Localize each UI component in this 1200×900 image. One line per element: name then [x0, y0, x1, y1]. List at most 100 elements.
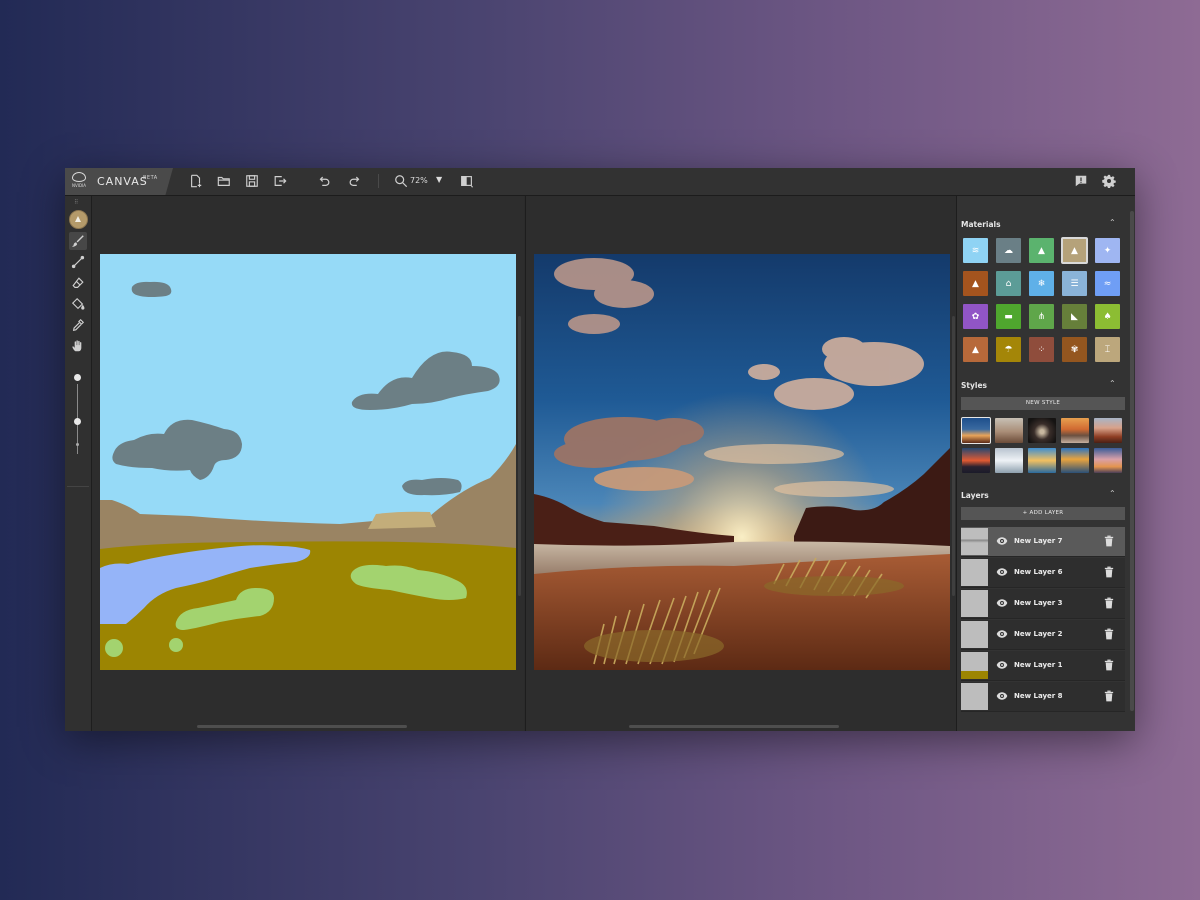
visibility-eye-icon[interactable] — [996, 598, 1008, 608]
material-sand-mountain[interactable]: ▲ — [1061, 237, 1088, 264]
trash-icon[interactable] — [1104, 628, 1114, 640]
snow-icon: ❄ — [1037, 278, 1046, 289]
style-thumb-2[interactable] — [995, 418, 1023, 443]
trash-icon[interactable] — [1104, 566, 1114, 578]
new-style-button[interactable]: NEW STYLE — [961, 397, 1125, 410]
line-tool-icon[interactable] — [69, 253, 87, 271]
material-hill[interactable]: ◣ — [1062, 304, 1087, 329]
style-thumb-10[interactable] — [1094, 448, 1122, 473]
visibility-eye-icon[interactable] — [996, 567, 1008, 577]
fog-icon: ☰ — [1070, 278, 1079, 289]
layer-row[interactable]: New Layer 2 — [961, 620, 1125, 650]
layer-row[interactable]: New Layer 8 — [961, 682, 1125, 712]
flower-icon: ✿ — [971, 311, 980, 322]
segmentation-paint-pane — [92, 196, 524, 731]
material-mountain[interactable]: ▲ — [1029, 238, 1054, 263]
redo-icon[interactable] — [348, 174, 362, 188]
save-icon[interactable] — [245, 174, 259, 188]
styles-collapse-icon[interactable]: ⌃ — [1109, 379, 1116, 388]
brush-tool-icon[interactable] — [69, 232, 87, 250]
material-dirt[interactable]: ▲ — [963, 337, 988, 362]
eyedropper-tool-icon[interactable] — [69, 316, 87, 334]
material-light[interactable]: ✦ — [1095, 238, 1120, 263]
right-pane-vertical-scrollbar[interactable] — [952, 316, 955, 596]
trash-icon[interactable] — [1104, 597, 1114, 609]
style-thumb-7[interactable] — [995, 448, 1023, 473]
style-thumb-6[interactable] — [962, 448, 990, 473]
zoom-level[interactable]: 72% — [410, 176, 428, 185]
style-thumb-4[interactable] — [1061, 418, 1089, 443]
layer-row[interactable]: New Layer 3 — [961, 589, 1125, 619]
current-material-swatch[interactable] — [69, 210, 88, 229]
rock-icon: ▲ — [972, 278, 979, 289]
nvidia-logo-icon: NVIDIA — [69, 172, 89, 191]
feedback-icon[interactable] — [1074, 174, 1088, 188]
layer-thumbnail — [961, 528, 988, 555]
canvas-app-window: NVIDIA CANVAS BETA 72% ▼ ⠿ Materials ⌃ ≋… — [65, 168, 1135, 731]
layer-name: New Layer 8 — [1014, 692, 1063, 700]
fill-bucket-tool-icon[interactable] — [69, 295, 87, 313]
material-tree[interactable]: ♠ — [1095, 304, 1120, 329]
material-rock[interactable]: ▲ — [963, 271, 988, 296]
logo-text: NVIDIA — [72, 183, 86, 188]
materials-collapse-icon[interactable]: ⌃ — [1109, 218, 1116, 227]
material-flower[interactable]: ✿ — [963, 304, 988, 329]
material-grass[interactable]: ▬ — [996, 304, 1021, 329]
segmentation-canvas[interactable] — [100, 254, 516, 670]
layer-name: New Layer 3 — [1014, 599, 1063, 607]
style-thumb-8[interactable] — [1028, 448, 1056, 473]
style-thumb-9[interactable] — [1061, 448, 1089, 473]
layer-name: New Layer 2 — [1014, 630, 1063, 638]
open-folder-icon[interactable] — [217, 174, 231, 188]
zoom-icon[interactable] — [394, 174, 408, 188]
compare-view-icon[interactable] — [460, 174, 474, 188]
layer-row[interactable]: New Layer 1 — [961, 651, 1125, 681]
left-pane-horizontal-scrollbar[interactable] — [197, 725, 407, 728]
left-pane-vertical-scrollbar[interactable] — [518, 316, 521, 596]
eraser-tool-icon[interactable] — [69, 274, 87, 292]
material-bush[interactable]: ✾ — [1062, 337, 1087, 362]
material-field[interactable]: ☂ — [996, 337, 1021, 362]
style-thumb-3[interactable] — [1028, 418, 1056, 443]
generated-image-pane — [525, 196, 958, 731]
visibility-eye-icon[interactable] — [996, 660, 1008, 670]
undo-icon[interactable] — [317, 174, 331, 188]
trash-icon[interactable] — [1104, 690, 1114, 702]
zoom-dropdown-caret[interactable]: ▼ — [436, 175, 442, 184]
export-icon[interactable] — [273, 174, 287, 188]
material-gravel[interactable]: ⁘ — [1029, 337, 1054, 362]
material-building[interactable]: ⌂ — [996, 271, 1021, 296]
layers-collapse-icon[interactable]: ⌃ — [1109, 489, 1116, 498]
layer-name: New Layer 6 — [1014, 568, 1063, 576]
new-file-icon[interactable] — [189, 174, 203, 188]
light-icon: ✦ — [1103, 245, 1112, 256]
hand-pan-tool-icon[interactable] — [69, 337, 87, 355]
visibility-eye-icon[interactable] — [996, 691, 1008, 701]
add-layer-button[interactable]: + ADD LAYER — [961, 507, 1125, 520]
material-sky[interactable]: ≋ — [963, 238, 988, 263]
gear-icon[interactable] — [1102, 174, 1116, 188]
material-fog[interactable]: ☰ — [1062, 271, 1087, 296]
style-thumb-1[interactable] — [961, 417, 991, 444]
sky-icon: ≋ — [971, 245, 980, 256]
brush-size-slider-handle[interactable] — [74, 418, 81, 425]
layers-heading: Layers — [961, 491, 989, 500]
generated-landscape-image — [534, 254, 950, 670]
layer-row[interactable]: New Layer 7 — [961, 527, 1125, 557]
material-cloud[interactable]: ☁ — [996, 238, 1021, 263]
panel-scrollbar[interactable] — [1130, 211, 1134, 711]
visibility-eye-icon[interactable] — [996, 536, 1008, 546]
drag-grip-icon[interactable]: ⠿ — [74, 199, 79, 206]
visibility-eye-icon[interactable] — [996, 629, 1008, 639]
style-thumb-5[interactable] — [1094, 418, 1122, 443]
trash-icon[interactable] — [1104, 659, 1114, 671]
material-water[interactable]: ≈ — [1095, 271, 1120, 296]
material-tall-grass[interactable]: ⋔ — [1029, 304, 1054, 329]
material-ruins[interactable]: ⌶ — [1095, 337, 1120, 362]
right-pane-horizontal-scrollbar[interactable] — [629, 725, 839, 728]
dirt-icon: ▲ — [972, 344, 979, 355]
bush-icon: ✾ — [1070, 344, 1079, 355]
layer-row[interactable]: New Layer 6 — [961, 558, 1125, 588]
material-snow[interactable]: ❄ — [1029, 271, 1054, 296]
trash-icon[interactable] — [1104, 535, 1114, 547]
